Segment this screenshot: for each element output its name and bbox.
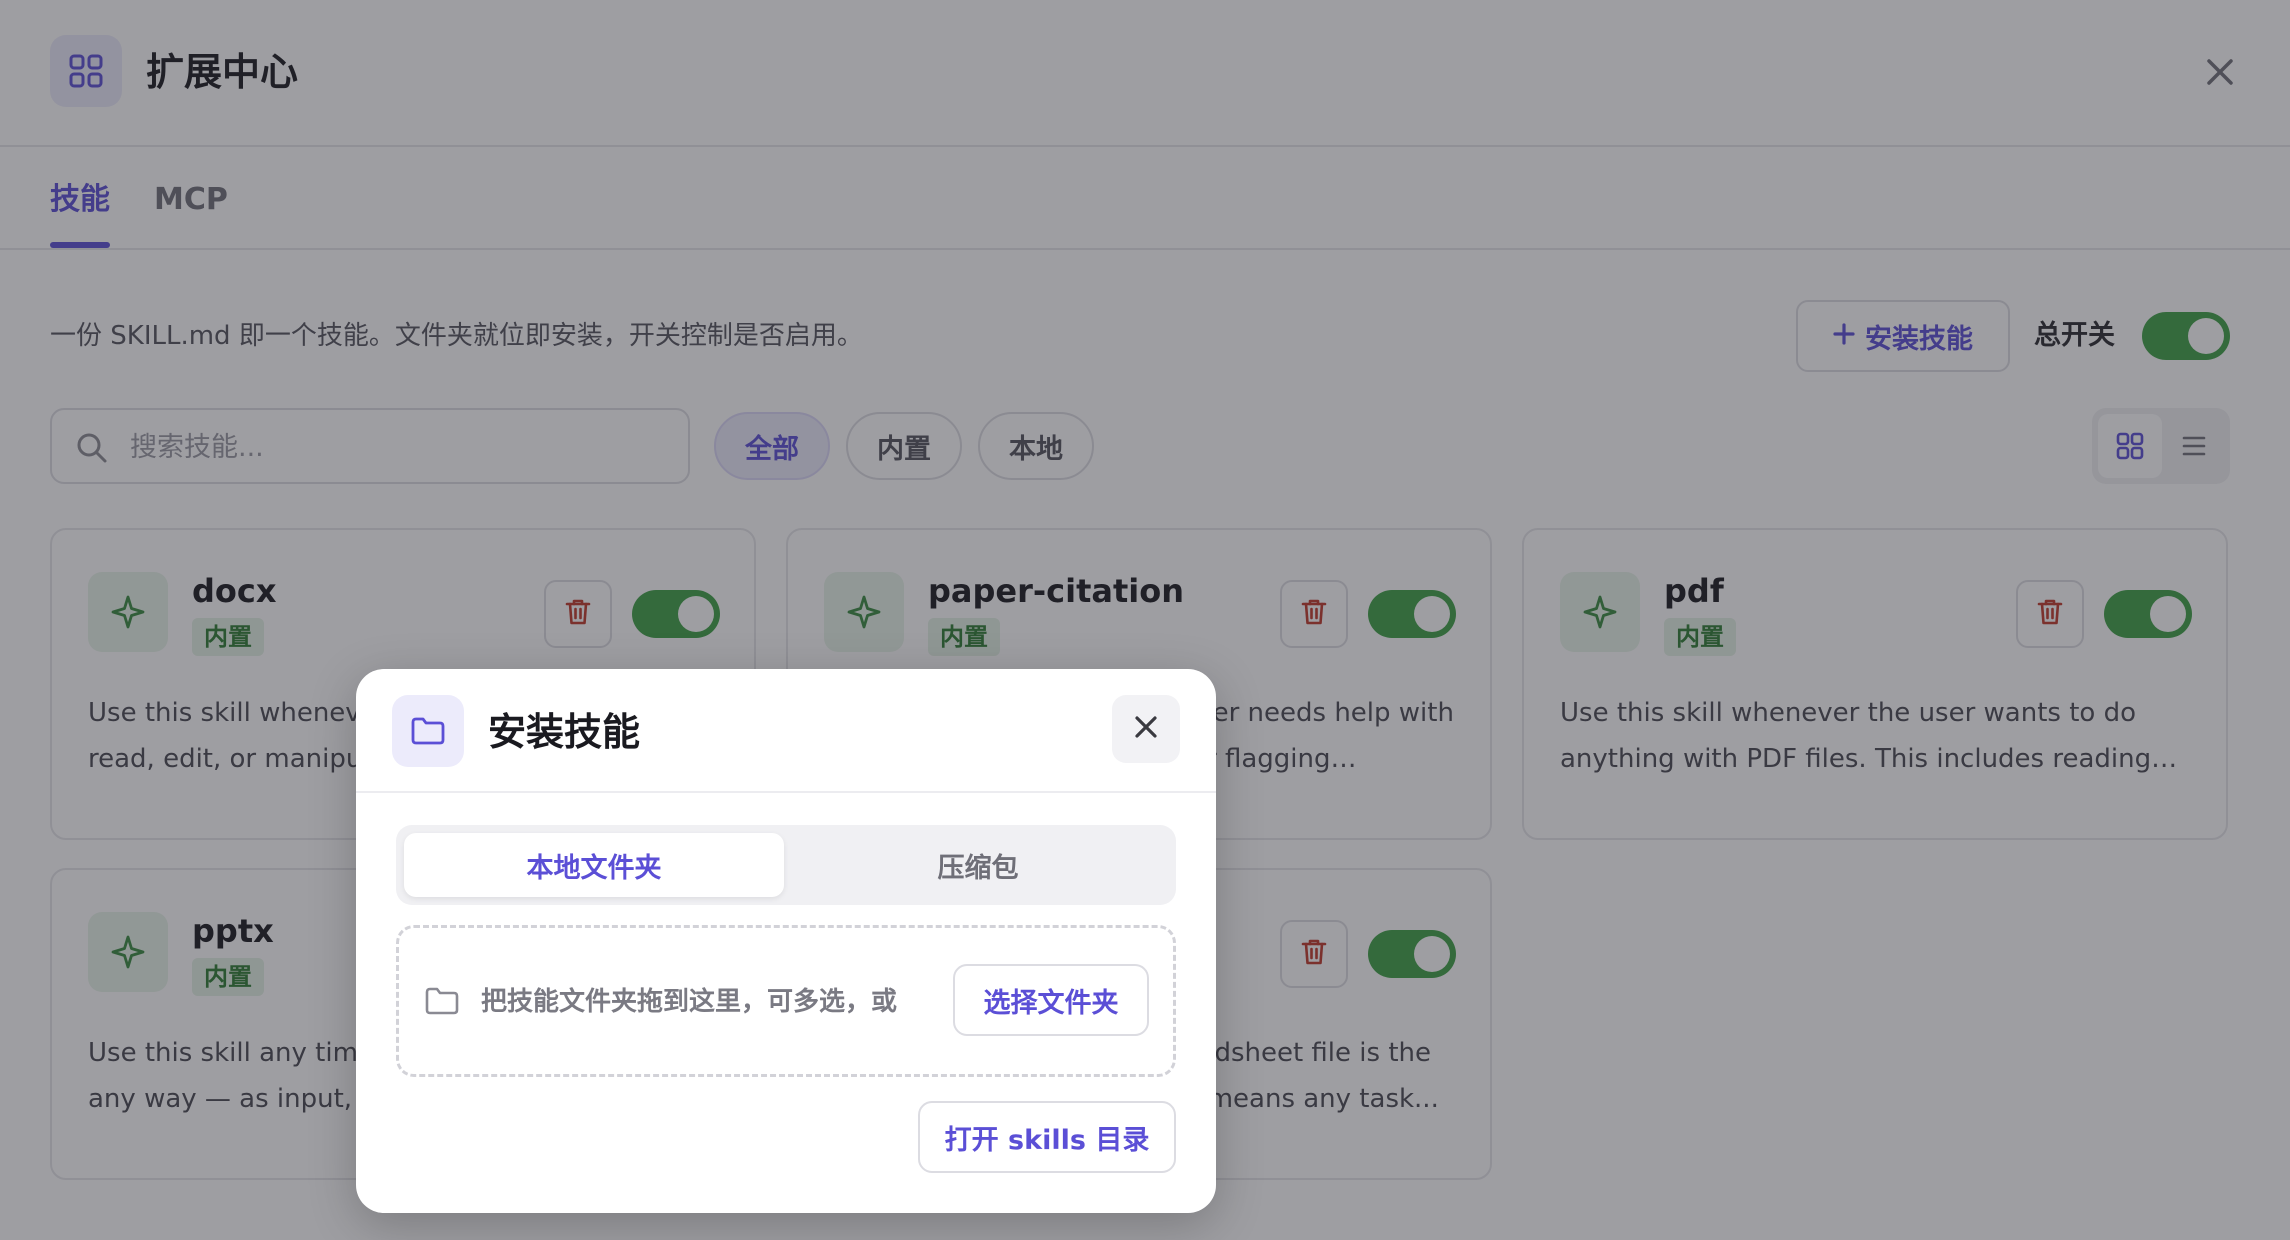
folder-icon	[425, 986, 459, 1020]
folder-dropzone[interactable]: 把技能文件夹拖到这里，可多选，或 选择文件夹	[396, 925, 1176, 1077]
install-source-tabs: 本地文件夹 压缩包	[396, 825, 1176, 905]
tab-zip-archive[interactable]: 压缩包	[788, 833, 1168, 897]
close-icon	[1134, 715, 1158, 743]
install-skill-dialog: 安装技能 本地文件夹 压缩包 把技能文件夹拖到这里，可多选，或 选择文件夹 打开…	[356, 669, 1216, 1213]
dialog-header: 安装技能	[356, 669, 1216, 793]
choose-folder-button[interactable]: 选择文件夹	[953, 964, 1149, 1036]
open-skills-directory-button[interactable]: 打开 skills 目录	[918, 1101, 1176, 1173]
tab-local-folder[interactable]: 本地文件夹	[404, 833, 784, 897]
dropzone-hint: 把技能文件夹拖到这里，可多选，或	[481, 987, 898, 1017]
folder-icon	[392, 695, 464, 767]
dialog-close-button[interactable]	[1112, 695, 1180, 763]
dialog-title: 安装技能	[488, 710, 641, 754]
